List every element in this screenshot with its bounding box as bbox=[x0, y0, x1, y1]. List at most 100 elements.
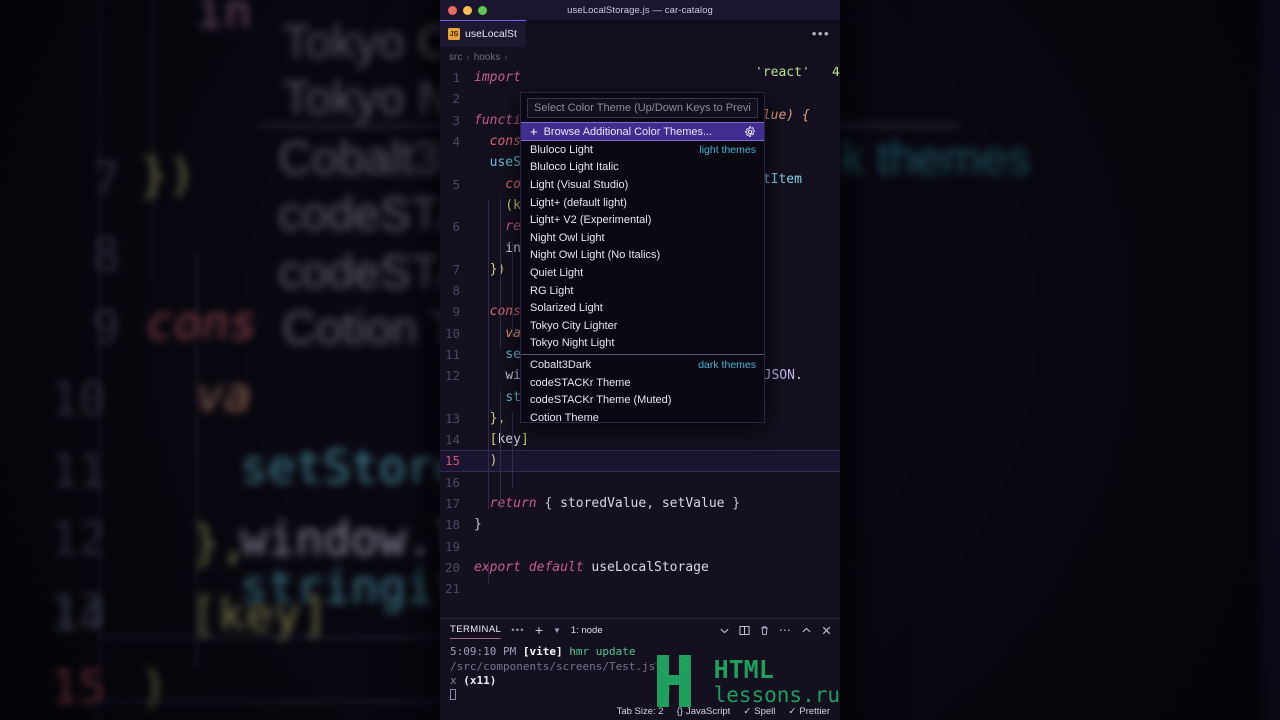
code-token: , bbox=[646, 496, 662, 512]
theme-item-light[interactable]: RG Light bbox=[521, 282, 764, 300]
log-tag: [vite] bbox=[522, 645, 563, 658]
theme-item-light[interactable]: Night Owl Light bbox=[521, 229, 764, 247]
theme-item-light[interactable]: Bluloco Light light themes bbox=[521, 141, 764, 159]
theme-list[interactable]: + Browse Additional Color Themes... Blul… bbox=[521, 122, 764, 422]
split-editor-icon[interactable] bbox=[739, 625, 750, 636]
new-terminal-button[interactable]: + bbox=[535, 622, 543, 638]
theme-item-light[interactable]: Light+ (default light) bbox=[521, 194, 764, 212]
code-token: re bbox=[474, 219, 521, 235]
browse-additional-themes-item[interactable]: + Browse Additional Color Themes... bbox=[521, 122, 764, 141]
terminal-more-views-icon[interactable]: ••• bbox=[511, 625, 525, 636]
code-token: co bbox=[474, 176, 521, 192]
theme-item-dark[interactable]: codeSTACKr Theme bbox=[521, 374, 764, 392]
terminal-cursor bbox=[450, 688, 456, 700]
code-token: storedValue bbox=[560, 496, 647, 512]
log-path: /src/components/screens/Test.js bbox=[450, 659, 656, 673]
log-wrap-marker: x bbox=[450, 674, 457, 687]
breadcrumb-separator-icon: › bbox=[504, 51, 508, 63]
code-token: va bbox=[474, 325, 521, 341]
theme-item-light[interactable]: Light+ V2 (Experimental) bbox=[521, 211, 764, 229]
status-tab-size[interactable]: Tab Size: 2 bbox=[617, 706, 664, 717]
code-line[interactable]: 20 export default useLocalStorage bbox=[440, 557, 840, 578]
terminal-toolbar: ⋯ bbox=[719, 624, 832, 636]
theme-label: Night Owl Light bbox=[530, 231, 605, 244]
close-icon[interactable] bbox=[821, 625, 832, 636]
new-terminal-dropdown-icon[interactable]: ▼ bbox=[553, 626, 561, 635]
theme-item-dark[interactable]: Cotion Theme bbox=[521, 409, 764, 422]
theme-item-light[interactable]: Night Owl Light (No Italics) bbox=[521, 247, 764, 265]
code-text: useS bbox=[466, 155, 521, 170]
terminal-tab[interactable]: TERMINAL bbox=[450, 624, 502, 639]
breadcrumb[interactable]: src › hooks › bbox=[440, 47, 840, 67]
code-editor[interactable]: 1 import 2 3 functi 4 cons useS 5 co (k 6 re in… bbox=[440, 67, 840, 618]
plus-icon: + bbox=[530, 124, 538, 139]
terminal-ellipsis-icon[interactable]: ⋯ bbox=[779, 624, 792, 636]
theme-item-light[interactable]: Tokyo Night Light bbox=[521, 335, 764, 353]
code-token: useLocalStorage bbox=[591, 559, 709, 575]
code-token: ) bbox=[474, 453, 498, 469]
editor-tabbar: JS useLocalSt ••• bbox=[440, 20, 840, 47]
theme-search-input[interactable] bbox=[527, 98, 758, 118]
breadcrumb-item-src[interactable]: src bbox=[449, 52, 462, 63]
trash-icon[interactable] bbox=[759, 625, 770, 636]
line-number: 10 bbox=[444, 325, 460, 341]
theme-item-dark[interactable]: codeSTACKr Theme (Muted) bbox=[521, 391, 764, 409]
code-token: key bbox=[497, 432, 521, 448]
theme-label: Tokyo City Lighter bbox=[530, 319, 618, 332]
theme-item-light[interactable]: Light (Visual Studio) bbox=[521, 176, 764, 194]
line-number: 13 bbox=[444, 410, 460, 426]
theme-item-dark[interactable]: Cobalt3Dark dark themes bbox=[521, 356, 764, 374]
dark-themes-group[interactable]: Cobalt3Dark dark themes codeSTACKr Theme co… bbox=[521, 356, 764, 422]
log-action: hmr update bbox=[569, 645, 636, 658]
terminal-output[interactable]: 5:09:10 PM [vite] hmr update /src/compon… bbox=[440, 641, 840, 708]
line-number: 3 bbox=[452, 112, 460, 128]
theme-label: Light+ (default light) bbox=[530, 196, 627, 209]
line-number: 21 bbox=[444, 581, 460, 597]
status-language-mode[interactable]: {} JavaScript bbox=[677, 706, 731, 717]
terminal-log-line: 5:09:10 PM [vite] hmr update /src/compon… bbox=[450, 645, 832, 674]
status-bar: Tab Size: 2 {} JavaScript ✓ Spell ✓ Pret… bbox=[440, 703, 840, 720]
status-prettier[interactable]: ✓ Prettier bbox=[788, 706, 830, 717]
chevron-up-icon[interactable] bbox=[801, 625, 812, 636]
command-palette[interactable]: + Browse Additional Color Themes... Blul… bbox=[520, 92, 765, 423]
indent-guide bbox=[500, 199, 501, 349]
line-number: 16 bbox=[444, 474, 460, 490]
line-number: 18 bbox=[444, 517, 460, 533]
status-spell[interactable]: ✓ Spell bbox=[743, 706, 775, 717]
code-line[interactable]: 21 bbox=[440, 578, 840, 599]
line-number: 14 bbox=[444, 432, 460, 448]
code-text: ) bbox=[466, 453, 498, 469]
code-token: } bbox=[474, 517, 482, 533]
line-number: 12 bbox=[444, 368, 460, 384]
code-token: } bbox=[724, 496, 741, 512]
chevron-down-icon[interactable] bbox=[719, 625, 730, 636]
terminal-instance-node[interactable]: 1: node bbox=[571, 625, 603, 636]
theme-label: Quiet Light bbox=[530, 266, 584, 279]
editor-actions-ellipsis-icon[interactable]: ••• bbox=[812, 20, 830, 47]
theme-group-label: dark themes bbox=[698, 358, 756, 371]
window-titlebar: useLocalStorage.js — car-catalog bbox=[440, 0, 840, 20]
line-number: 1 bbox=[452, 70, 460, 86]
code-token: JSON bbox=[763, 368, 795, 384]
code-line[interactable]: 18} bbox=[440, 514, 840, 535]
code-line[interactable]: 19 bbox=[440, 536, 840, 557]
theme-item-light[interactable]: Quiet Light bbox=[521, 264, 764, 282]
light-themes-group[interactable]: Bluloco Light light themes Bluloco Light I… bbox=[521, 141, 764, 352]
breadcrumb-item-hooks[interactable]: hooks bbox=[474, 52, 501, 63]
javascript-file-icon: JS bbox=[448, 28, 460, 40]
theme-item-light[interactable]: Solarized Light bbox=[521, 299, 764, 317]
line-number: 17 bbox=[444, 496, 460, 512]
code-token: import bbox=[474, 70, 521, 86]
theme-group-divider bbox=[521, 354, 764, 356]
code-text: cons bbox=[466, 134, 521, 149]
theme-item-light[interactable]: Bluloco Light Italic bbox=[521, 159, 764, 177]
check-icon: ✓ bbox=[743, 706, 752, 717]
tab-uselocalstorage[interactable]: JS useLocalSt bbox=[440, 20, 526, 47]
line-number: 5 bbox=[452, 176, 460, 192]
theme-item-light[interactable]: Tokyo City Lighter bbox=[521, 317, 764, 335]
gear-icon[interactable] bbox=[744, 125, 756, 138]
code-token: in bbox=[474, 240, 521, 256]
code-token: cons bbox=[474, 134, 521, 150]
line-number: 7 bbox=[452, 261, 460, 277]
